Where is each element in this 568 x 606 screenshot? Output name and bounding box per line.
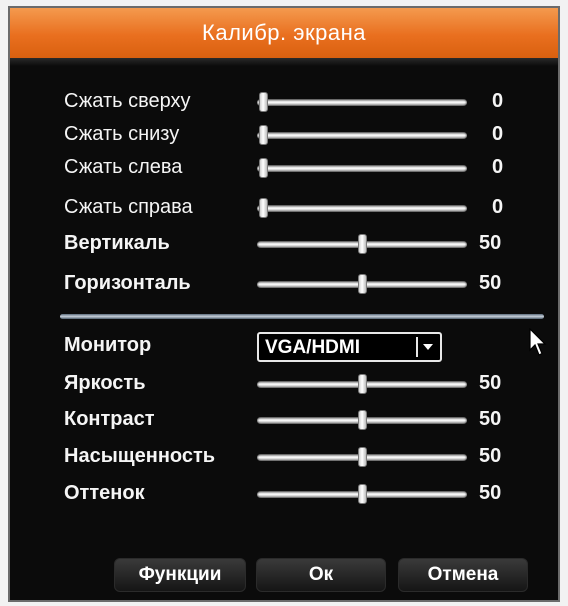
slider-track: [257, 99, 467, 106]
title-bar-shadow: [10, 58, 558, 66]
compress-right-row: Сжать справа 0: [64, 194, 514, 224]
slider-thumb[interactable]: [259, 125, 268, 145]
contrast-label: Контраст: [64, 408, 155, 430]
ok-button-label: Ок: [308, 564, 334, 585]
saturation-value: 50: [479, 445, 502, 467]
compress-top-label: Сжать сверху: [64, 90, 191, 112]
slider-thumb[interactable]: [358, 234, 367, 254]
functions-button[interactable]: Функции: [114, 558, 246, 592]
mouse-pointer-icon: [529, 328, 547, 356]
slider-track: [257, 205, 467, 212]
horizontal-label: Горизонталь: [64, 272, 191, 294]
compress-left-value: 0: [492, 156, 504, 178]
compress-top-slider[interactable]: [257, 88, 467, 118]
slider-track: [257, 132, 467, 139]
compress-left-slider[interactable]: [257, 154, 467, 184]
vertical-label: Вертикаль: [64, 232, 170, 254]
dialog-title: Калибр. экрана: [202, 20, 366, 45]
saturation-label: Насыщенность: [64, 445, 216, 467]
compress-bottom-value: 0: [492, 123, 504, 145]
slider-thumb[interactable]: [358, 447, 367, 467]
vertical-slider[interactable]: [257, 230, 467, 260]
brightness-slider[interactable]: [257, 370, 467, 400]
monitor-row: Монитор VGA/HDMI: [64, 332, 514, 362]
slider-thumb[interactable]: [358, 374, 367, 394]
hue-row: Оттенок 50: [64, 480, 514, 510]
saturation-row: Насыщенность 50: [64, 443, 514, 473]
cancel-button-label: Отмена: [427, 564, 499, 585]
monitor-select[interactable]: VGA/HDMI: [257, 332, 442, 362]
monitor-label: Монитор: [64, 334, 152, 356]
compress-top-value: 0: [492, 90, 504, 112]
compress-right-label: Сжать справа: [64, 196, 193, 218]
slider-track: [257, 165, 467, 172]
compress-right-value: 0: [492, 196, 504, 218]
slider-thumb[interactable]: [259, 158, 268, 178]
brightness-label: Яркость: [64, 372, 146, 394]
contrast-slider[interactable]: [257, 406, 467, 436]
horizontal-slider[interactable]: [257, 270, 467, 300]
slider-thumb[interactable]: [358, 484, 367, 504]
contrast-row: Контраст 50: [64, 406, 514, 436]
horizontal-value: 50: [479, 272, 502, 294]
slider-thumb[interactable]: [358, 410, 367, 430]
compress-bottom-label: Сжать снизу: [64, 123, 180, 145]
screen-calibration-dialog: Калибр. экрана Сжать сверху 0 Сжать сниз…: [8, 6, 560, 602]
chevron-down-icon[interactable]: [416, 337, 438, 357]
hue-slider[interactable]: [257, 480, 467, 510]
slider-thumb[interactable]: [259, 92, 268, 112]
cancel-button[interactable]: Отмена: [398, 558, 528, 592]
vertical-row: Вертикаль 50: [64, 230, 514, 260]
slider-thumb[interactable]: [259, 198, 268, 218]
ok-button[interactable]: Ок: [256, 558, 386, 592]
compress-left-row: Сжать слева 0: [64, 154, 514, 184]
horizontal-row: Горизонталь 50: [64, 270, 514, 300]
functions-button-label: Функции: [138, 564, 222, 585]
section-divider: [60, 314, 544, 319]
vertical-value: 50: [479, 232, 502, 254]
hue-label: Оттенок: [64, 482, 145, 504]
compress-left-label: Сжать слева: [64, 156, 183, 178]
brightness-value: 50: [479, 372, 502, 394]
monitor-select-value: VGA/HDMI: [265, 337, 360, 358]
compress-bottom-slider[interactable]: [257, 121, 467, 151]
compress-right-slider[interactable]: [257, 194, 467, 224]
compress-bottom-row: Сжать снизу 0: [64, 121, 514, 151]
contrast-value: 50: [479, 408, 502, 430]
compress-top-row: Сжать сверху 0: [64, 88, 514, 118]
brightness-row: Яркость 50: [64, 370, 514, 400]
saturation-slider[interactable]: [257, 443, 467, 473]
hue-value: 50: [479, 482, 502, 504]
title-bar: Калибр. экрана: [10, 8, 558, 58]
slider-thumb[interactable]: [358, 274, 367, 294]
